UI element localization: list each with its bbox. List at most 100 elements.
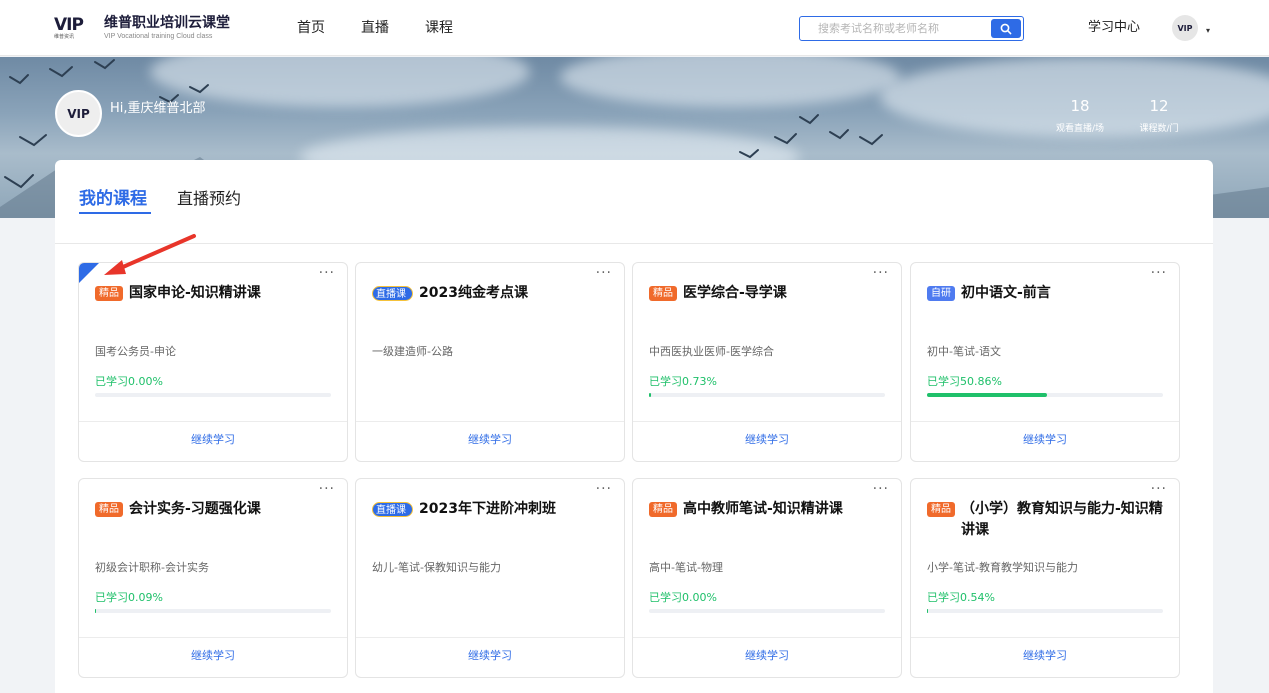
brand-subtitle: VIP Vocational training Cloud class: [104, 33, 213, 40]
progress-label: 已学习50.86%: [927, 375, 1002, 388]
course-category: 一级建造师-公路: [372, 345, 453, 358]
stat-label: 课程数/门: [1139, 124, 1179, 134]
divider: [55, 243, 1213, 244]
course-card[interactable]: ··· 精品 高中教师笔试-知识精讲课高中-笔试-物理 已学习0.00% 继续学习: [632, 478, 902, 678]
progress-bar: [927, 609, 1163, 613]
annotation-arrow-icon: [104, 234, 196, 275]
continue-learning-button[interactable]: 继续学习: [633, 647, 901, 663]
divider: [79, 421, 347, 422]
course-card[interactable]: ··· 精品 医学综合-导学课 中西医执业医师-医学综合 已学习0.73% 继续学习: [632, 262, 902, 462]
more-icon[interactable]: ···: [596, 481, 612, 497]
progress-bar: [649, 393, 885, 397]
course-title[interactable]: 高中教师笔试-知识精讲课: [683, 499, 843, 520]
logo-mark-text: VIP: [54, 15, 84, 35]
course-title[interactable]: 2023纯金考点课: [419, 283, 528, 304]
course-card[interactable]: ··· 自研 初中语文-前言初中-笔试-语文 已学习50.86% 继续学习: [910, 262, 1180, 462]
progress-label: 已学习0.54%: [927, 591, 995, 604]
search-box: [799, 16, 1024, 41]
course-badge: 精品: [649, 502, 677, 517]
more-icon[interactable]: ···: [596, 265, 612, 281]
progress-label: 已学习0.00%: [649, 591, 717, 604]
main-nav: 首页 直播 课程: [297, 19, 489, 37]
active-tab-indicator: [79, 212, 151, 214]
divider: [911, 637, 1179, 638]
nav-home[interactable]: 首页: [297, 19, 325, 37]
course-badge: 直播课: [372, 286, 413, 301]
divider: [356, 421, 624, 422]
progress-fill: [927, 393, 1048, 397]
card-title-row: 精品 高中教师笔试-知识精讲课: [649, 499, 893, 520]
selected-corner-marker: [79, 263, 99, 283]
progress-bar: [927, 393, 1163, 397]
divider: [79, 637, 347, 638]
course-title[interactable]: 初中语文-前言: [961, 283, 1051, 304]
continue-learning-button[interactable]: 继续学习: [356, 431, 624, 447]
course-category: 小学-笔试-教育教学知识与能力: [927, 561, 1078, 574]
greeting-text: Hi,重庆维普北部: [110, 101, 206, 116]
search-button[interactable]: [991, 19, 1021, 38]
search-icon: [1000, 23, 1012, 34]
avatar[interactable]: VIP: [1172, 15, 1198, 41]
progress-fill: [95, 609, 97, 613]
progress-label: 已学习0.73%: [649, 375, 717, 388]
more-icon[interactable]: ···: [873, 481, 889, 497]
continue-learning-button[interactable]: 继续学习: [79, 431, 347, 447]
course-badge: 精品: [95, 286, 123, 301]
more-icon[interactable]: ···: [1151, 265, 1167, 281]
card-title-row: 精品 医学综合-导学课: [649, 283, 893, 304]
tab-my-courses[interactable]: 我的课程: [79, 188, 147, 210]
study-center-link[interactable]: 学习中心: [1088, 19, 1140, 37]
card-title-row: 直播课 2023年下进阶冲刺班: [372, 499, 616, 520]
course-category: 初中-笔试-语文: [927, 345, 1001, 358]
more-icon[interactable]: ···: [873, 265, 889, 281]
caret-down-icon[interactable]: ▾: [1206, 26, 1210, 35]
more-icon[interactable]: ···: [319, 481, 335, 497]
continue-learning-button[interactable]: 继续学习: [633, 431, 901, 447]
profile-avatar[interactable]: VIP: [55, 90, 102, 137]
divider: [633, 637, 901, 638]
continue-learning-button[interactable]: 继续学习: [911, 647, 1179, 663]
continue-learning-button[interactable]: 继续学习: [79, 647, 347, 663]
course-category: 高中-笔试-物理: [649, 561, 723, 574]
brand-text: 维普职业培训云课堂 VIP Vocational training Cloud …: [104, 14, 230, 42]
course-badge: 精品: [649, 286, 677, 301]
progress-fill: [927, 609, 929, 613]
stat-live-watched: 18 观看直播/场: [1050, 97, 1110, 134]
card-title-row: 直播课 2023纯金考点课: [372, 283, 616, 304]
tab-live-reservations[interactable]: 直播预约: [177, 188, 241, 210]
progress-label: 已学习0.09%: [95, 591, 163, 604]
course-title[interactable]: 2023年下进阶冲刺班: [419, 499, 556, 520]
course-badge: 直播课: [372, 502, 413, 517]
course-title[interactable]: （小学）教育知识与能力-知识精讲课: [961, 499, 1171, 541]
progress-bar: [95, 393, 331, 397]
brand-title: 维普职业培训云课堂: [104, 15, 230, 31]
course-tabs: 我的课程 直播预约: [79, 188, 271, 210]
logo[interactable]: VIP 维普资讯 维普职业培训云课堂 VIP Vocational traini…: [54, 14, 230, 42]
stat-value: 18: [1070, 97, 1090, 115]
course-card[interactable]: ··· 直播课 2023年下进阶冲刺班幼儿-笔试-保教知识与能力继续学习: [355, 478, 625, 678]
course-card[interactable]: ··· 精品 会计实务-习题强化课初级会计职称-会计实务 已学习0.09% 继续学习: [78, 478, 348, 678]
continue-learning-button[interactable]: 继续学习: [356, 647, 624, 663]
course-card[interactable]: ··· 直播课 2023纯金考点课一级建造师-公路继续学习: [355, 262, 625, 462]
card-title-row: 自研 初中语文-前言: [927, 283, 1171, 304]
more-icon[interactable]: ···: [1151, 481, 1167, 497]
search-input[interactable]: [800, 17, 990, 40]
continue-learning-button[interactable]: 继续学习: [911, 431, 1179, 447]
card-title-row: 精品 （小学）教育知识与能力-知识精讲课: [927, 499, 1171, 541]
nav-courses[interactable]: 课程: [425, 19, 453, 37]
course-title[interactable]: 会计实务-习题强化课: [129, 499, 261, 520]
course-title[interactable]: 医学综合-导学课: [683, 283, 787, 304]
more-icon[interactable]: ···: [319, 265, 335, 281]
course-card[interactable]: ··· 精品 国家申论-知识精讲课 国考公务员-申论 已学习0.00% 继续学习: [78, 262, 348, 462]
progress-fill: [649, 393, 651, 397]
course-title[interactable]: 国家申论-知识精讲课: [129, 283, 261, 304]
course-badge: 精品: [95, 502, 123, 517]
course-badge: 精品: [927, 502, 955, 517]
top-header: VIP 维普资讯 维普职业培训云课堂 VIP Vocational traini…: [0, 0, 1269, 56]
course-category: 幼儿-笔试-保教知识与能力: [372, 561, 501, 574]
course-category: 初级会计职称-会计实务: [95, 561, 209, 574]
progress-bar: [95, 609, 331, 613]
logo-mark: VIP 维普资讯: [54, 16, 96, 40]
nav-live[interactable]: 直播: [361, 19, 389, 37]
course-card[interactable]: ··· 精品 （小学）教育知识与能力-知识精讲课小学-笔试-教育教学知识与能力 已学习…: [910, 478, 1180, 678]
